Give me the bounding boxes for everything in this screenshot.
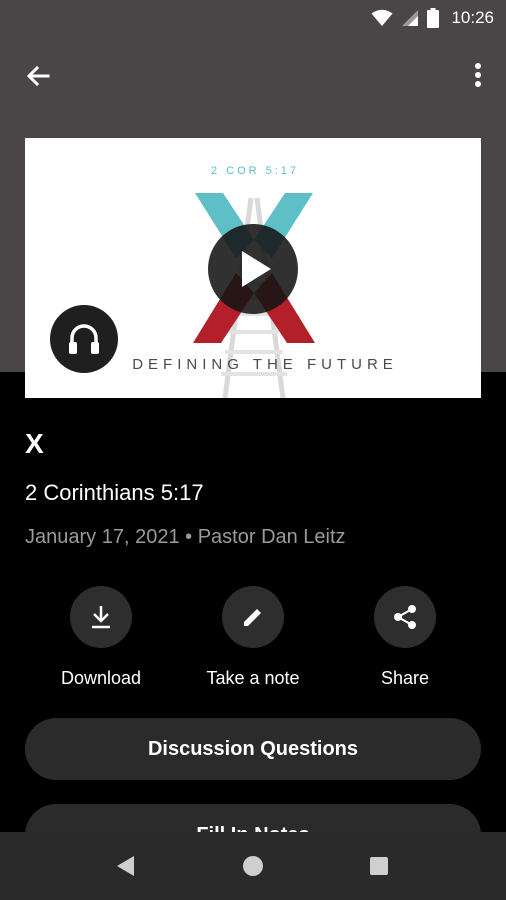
share-button[interactable]	[374, 586, 436, 648]
signal-icon	[402, 10, 419, 26]
share-icon	[394, 605, 416, 629]
discussion-questions-label: Discussion Questions	[147, 738, 359, 760]
audio-button[interactable]	[50, 305, 118, 373]
scripture-reference: 2 Corinthians 5:17	[25, 480, 204, 505]
nav-back-icon[interactable]	[114, 854, 138, 878]
share-action[interactable]: Share	[330, 586, 480, 689]
status-time: 10:26	[451, 8, 494, 27]
meta-separator: •	[185, 526, 193, 548]
status-bar: 10:26	[0, 0, 506, 36]
battery-icon	[427, 8, 440, 28]
sermon-meta: January 17, 2021 • Pastor Dan Leitz	[25, 526, 346, 549]
play-button[interactable]	[208, 224, 298, 314]
take-note-button[interactable]	[222, 586, 284, 648]
more-vert-icon[interactable]	[468, 60, 488, 92]
headphones-icon	[69, 324, 99, 354]
discussion-questions-button[interactable]: Discussion Questions	[25, 718, 481, 780]
sermon-title: X	[25, 428, 44, 459]
take-note-action[interactable]: Take a note	[178, 586, 328, 689]
pencil-icon	[244, 609, 261, 626]
thumbnail-tagline: DEFINING THE FUTURE	[132, 356, 398, 373]
share-label: Share	[380, 668, 430, 688]
back-arrow-icon[interactable]	[22, 60, 54, 92]
sermon-date: January 17, 2021	[25, 526, 180, 548]
wifi-icon	[371, 9, 393, 26]
download-action[interactable]: Download	[26, 586, 176, 689]
play-icon	[242, 251, 271, 287]
download-label: Download	[60, 668, 142, 688]
download-icon	[92, 606, 110, 629]
status-icons: 10:26	[371, 8, 494, 28]
nav-recents-icon[interactable]	[369, 856, 389, 876]
nav-home-icon[interactable]	[242, 855, 264, 877]
take-note-label: Take a note	[206, 668, 300, 688]
system-nav-bar	[0, 832, 506, 900]
speaker-name: Pastor Dan Leitz	[197, 526, 346, 548]
app-bar	[0, 48, 506, 100]
thumbnail-reference: 2 COR 5:17	[211, 165, 299, 177]
download-button[interactable]	[70, 586, 132, 648]
